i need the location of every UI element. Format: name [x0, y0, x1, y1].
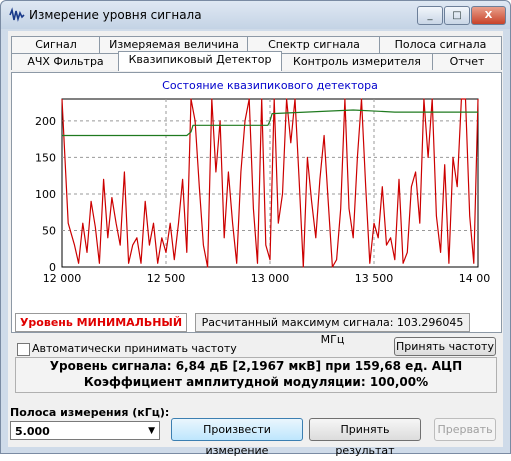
- close-icon: X: [484, 10, 493, 21]
- bandwidth-select[interactable]: 5.000 ▼: [10, 421, 160, 440]
- x-tick-label: 13 000: [251, 272, 290, 285]
- accept-frequency-button[interactable]: Принять частоту: [394, 337, 496, 356]
- result-panel: Уровень сигнала: 6,84 дБ [2,1967 мкВ] пр…: [15, 357, 497, 393]
- y-tick-label: 150: [35, 151, 56, 164]
- bandwidth-label: Полоса измерения (кГц):: [10, 406, 170, 419]
- tab-signal[interactable]: Сигнал: [11, 36, 101, 53]
- client-area: Сигнал Измеряемая величина Спектр сигнал…: [8, 31, 503, 457]
- auto-accept-checkbox[interactable]: [17, 343, 30, 356]
- signal-level-text: Уровень сигнала: 6,84 дБ [2,1967 мкВ] пр…: [49, 359, 463, 373]
- x-tick-label: 13 500: [355, 272, 394, 285]
- tab-panel: Состояние квазипикового детектора 0 50 100 1…: [11, 72, 502, 333]
- modulation-coefficient-text: Коэффициент амплитудной модуляции: 100,0…: [83, 375, 429, 389]
- close-button[interactable]: X: [471, 6, 506, 25]
- app-window: Измерение уровня сигнала _ □ X Сигнал Из…: [0, 0, 511, 457]
- tab-quasi-peak-detector[interactable]: Квазипиковый Детектор: [118, 51, 282, 71]
- y-tick-label: 50: [42, 224, 56, 237]
- y-tick-label: 100: [35, 188, 56, 201]
- maximize-button[interactable]: □: [444, 6, 470, 25]
- minimize-button[interactable]: _: [417, 6, 443, 25]
- chevron-down-icon: ▼: [148, 426, 155, 436]
- bandwidth-value: 5.000: [15, 425, 50, 438]
- x-tick-label: 12 500: [147, 272, 186, 285]
- title-bar[interactable]: Измерение уровня сигнала _ □ X: [1, 1, 510, 29]
- chart-area: Состояние квазипикового детектора 0 50 100 1…: [20, 77, 497, 302]
- maximize-icon: □: [452, 10, 462, 21]
- tab-signal-band[interactable]: Полоса сигнала: [379, 36, 502, 53]
- stop-button[interactable]: Прервать: [434, 418, 496, 441]
- tab-filter-response[interactable]: АЧХ Фильтра: [11, 53, 120, 70]
- tab-meter-control[interactable]: Контроль измерителя: [280, 53, 434, 70]
- x-tick-label: 12 000: [43, 272, 82, 285]
- window-title: Измерение уровня сигнала: [29, 8, 202, 22]
- tab-report[interactable]: Отчет: [432, 53, 502, 70]
- y-tick-label: 200: [35, 115, 56, 128]
- auto-accept-label: Автоматически принимать частоту: [32, 342, 237, 355]
- minimize-icon: _: [427, 10, 433, 21]
- x-tick-label: 14 000: [459, 272, 490, 285]
- accept-result-button[interactable]: Принять результат: [309, 418, 421, 457]
- chart-title: Состояние квазипикового детектора: [162, 79, 378, 92]
- signal-wave-icon: [9, 7, 25, 22]
- quasi-peak-chart: Состояние квазипикового детектора0501001…: [35, 79, 497, 285]
- measure-button[interactable]: Произвести измерение: [171, 418, 303, 457]
- level-status: Уровень МИНИМАЛЬНЫЙ: [15, 313, 187, 332]
- max-frequency-readout: Расчитанный максимум сигнала: 103.296045…: [195, 313, 470, 346]
